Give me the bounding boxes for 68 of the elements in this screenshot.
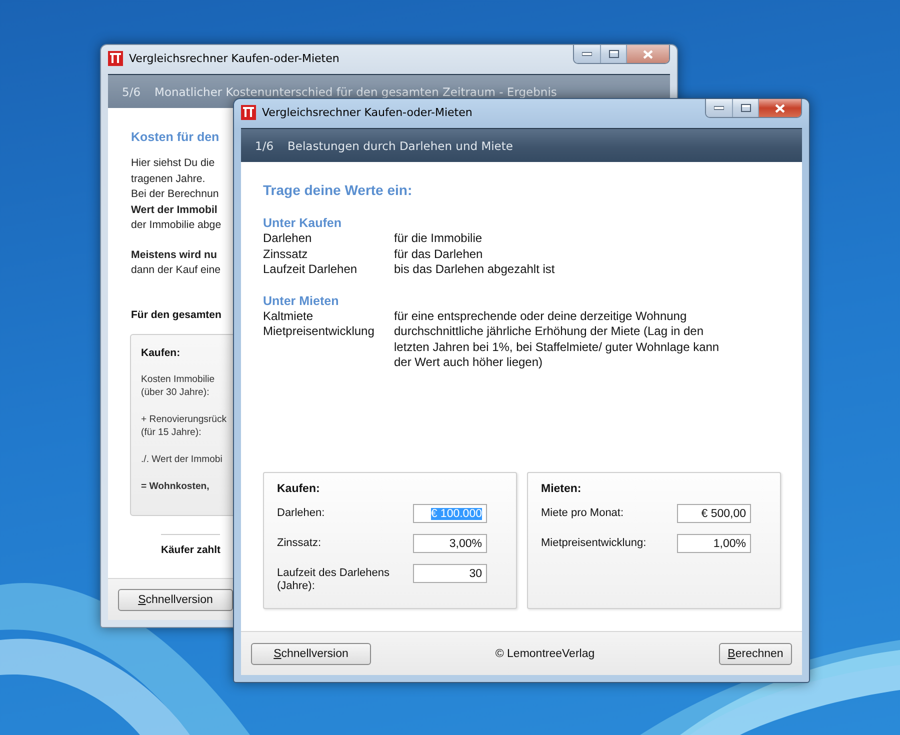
description-text: der Immobilie abge <box>131 218 222 233</box>
step-title: Belastungen durch Darlehen und Miete <box>288 138 513 152</box>
field-label: Darlehen: <box>277 506 326 520</box>
copyright-text: © LemontreeVerlag <box>494 648 596 660</box>
step-number: 5/6 <box>122 84 141 98</box>
description-text: Meistens wird nu <box>131 248 217 262</box>
term-label: Kaltmiete <box>263 308 314 324</box>
description-text: dann der Kauf eine <box>131 263 221 278</box>
step-title: Monatlicher Kostenunterschied für den gesamten Zeitraum - Ergebnis <box>154 84 557 98</box>
field-label: Mietpreisentwicklung: <box>541 536 648 550</box>
minimize-button[interactable] <box>574 45 600 63</box>
cost-label: = Wohnkosten, <box>141 480 210 492</box>
content-title: Kosten für den <box>131 130 220 144</box>
input-field[interactable]: 30 <box>413 564 487 583</box>
cost-label: + Renovierungsrück (für 15 Jahre): <box>141 412 227 438</box>
maximize-button[interactable] <box>600 45 626 63</box>
description-text: Wert der Immobil <box>131 202 218 218</box>
window-title: Vergleichsrechner Kaufen-oder-Mieten <box>129 52 340 64</box>
logo-icon <box>241 104 256 120</box>
term-description: für das Darlehen <box>394 246 484 262</box>
term-description: durchschnittliche jährliche Erhöhung der Miete (Lag in den letzten Jahren bei 1%, bei Staffelmiete/ guter Wohnlage kann der Wert auch höher liegen) <box>394 324 720 370</box>
field-value: € 500,00 <box>701 508 746 520</box>
description-text: tragenen Jahre. <box>131 172 206 186</box>
maximize-button[interactable] <box>732 99 758 117</box>
minimize-button[interactable] <box>706 99 732 117</box>
maximize-icon <box>608 50 618 58</box>
term-label: Laufzeit Darlehen <box>263 262 358 278</box>
quick-version-button[interactable]: Schnellversion <box>118 588 233 610</box>
minimize-icon <box>582 52 592 56</box>
cost-label: Kosten Immobilie (über 30 Jahre): <box>141 372 215 398</box>
calculate-button[interactable]: Berechnen <box>719 642 792 664</box>
field-label: Miete pro Monat: <box>541 506 625 520</box>
intro-title: Trage deine Werte ein: <box>263 182 414 198</box>
summary-text: Käufer zahlt <box>161 534 220 556</box>
input-field[interactable]: 3,00% <box>413 534 487 553</box>
description-text: Hier siehst Du die <box>131 156 215 171</box>
card-title: Kaufen: <box>141 346 180 358</box>
cost-label: ./. Wert der Immobi <box>141 452 222 466</box>
field-label: Zinssatz: <box>277 536 322 550</box>
section-heading: Unter Mieten <box>263 294 340 308</box>
input-field[interactable]: 1,00% <box>677 534 751 553</box>
window-title: Vergleichsrechner Kaufen-oder-Mieten <box>262 106 474 118</box>
term-description: für die Immobilie <box>394 231 484 246</box>
quick-version-button[interactable]: Schnellversion <box>251 642 371 664</box>
maximize-icon <box>740 104 750 112</box>
description-text: Bei der Berechnun <box>131 187 219 202</box>
logo-icon <box>108 50 123 66</box>
term-label: Darlehen <box>263 231 313 246</box>
panel-title: Kaufen: <box>277 483 321 495</box>
close-icon <box>643 50 653 58</box>
field-value: 3,00% <box>449 538 482 550</box>
panel-title: Mieten: <box>541 483 582 495</box>
field-value: 30 <box>469 568 482 580</box>
field-value: € 100.000 <box>430 508 482 520</box>
field-value: 1,00% <box>713 538 746 550</box>
section-heading: Unter Kaufen <box>263 216 342 231</box>
term-label: Mietpreisentwicklung <box>263 324 376 340</box>
input-field[interactable]: € 500,00 <box>677 504 751 523</box>
term-description: bis das Darlehen abgezahlt ist <box>394 262 556 278</box>
term-label: Zinssatz <box>263 246 309 262</box>
close-icon <box>775 104 785 112</box>
step-number: 1/6 <box>255 138 274 152</box>
minimize-icon <box>714 106 724 110</box>
close-button[interactable] <box>626 45 669 63</box>
close-button[interactable] <box>758 99 801 117</box>
section-label: Für den gesamten <box>131 308 222 320</box>
term-description: für eine entsprechende oder deine derzeitige Wohnung <box>394 308 688 324</box>
field-label: Laufzeit des Darlehens (Jahre): <box>277 566 391 593</box>
